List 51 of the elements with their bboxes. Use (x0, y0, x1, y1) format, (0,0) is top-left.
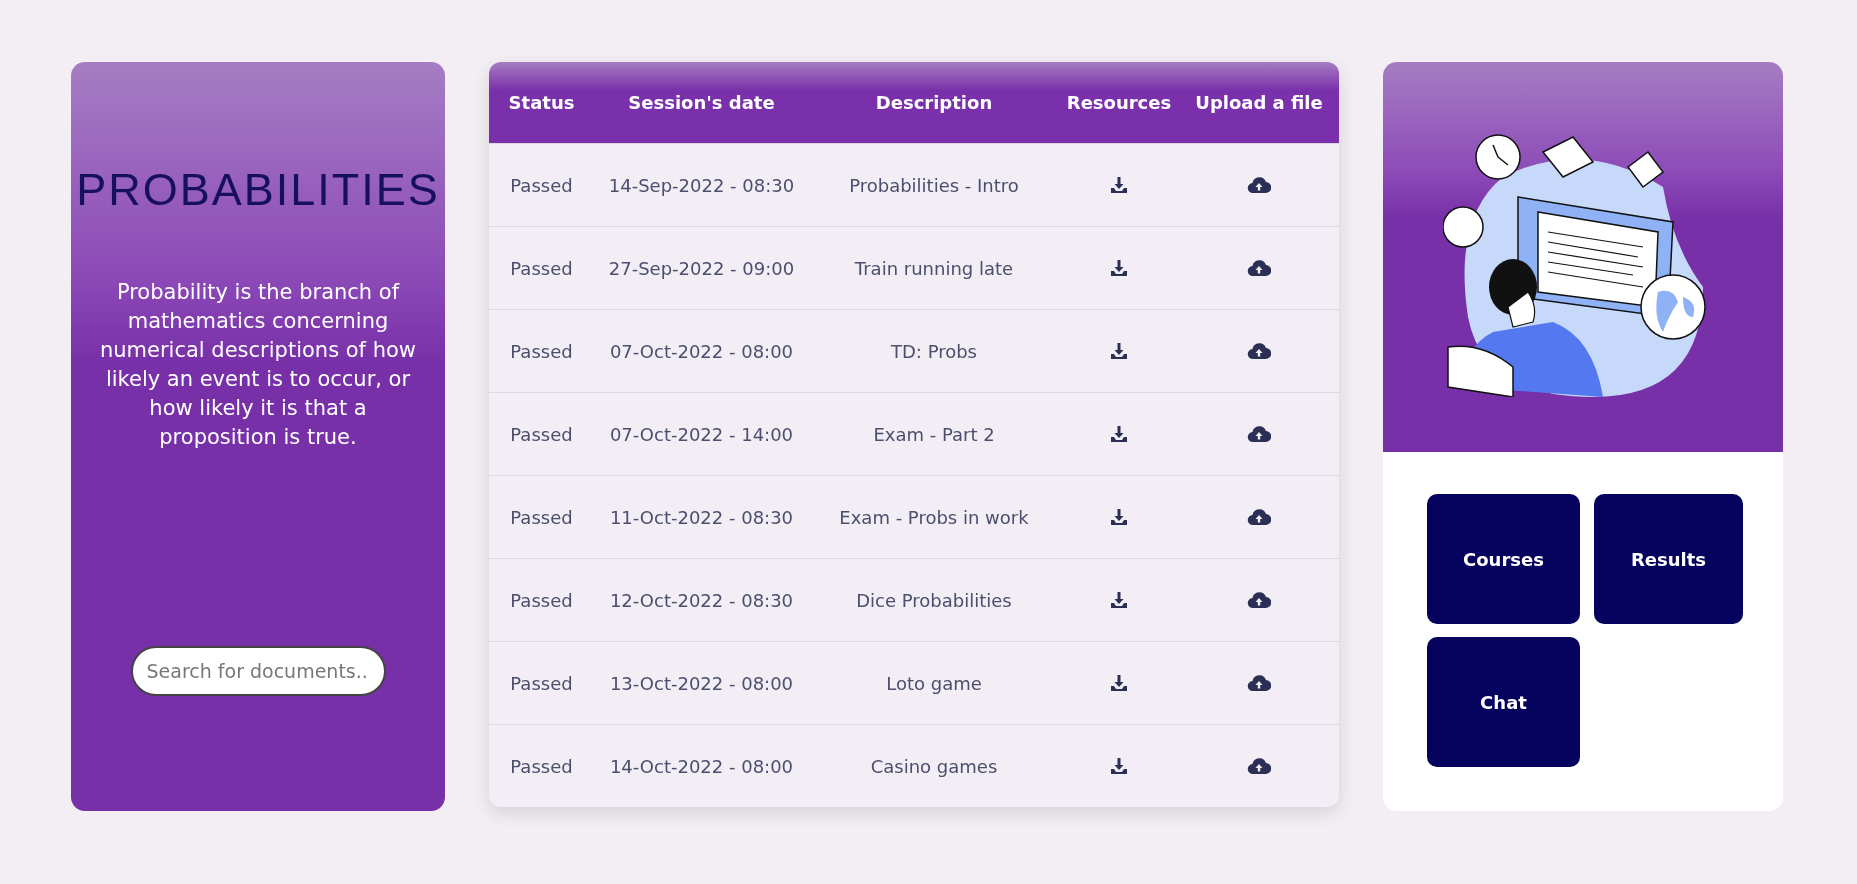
column-header: Resources (1066, 92, 1172, 113)
status-cell: Passed (510, 257, 573, 279)
date-cell: 27-Sep-2022 - 09:00 (608, 257, 795, 279)
description-cell: Loto game (886, 672, 982, 694)
download-icon[interactable] (1109, 175, 1129, 195)
column-header: Status (508, 92, 575, 113)
course-title: PROBABILITIES (76, 164, 440, 216)
status-cell: Passed (510, 174, 573, 196)
description-cell: Probabilities - Intro (849, 174, 1019, 196)
cloud-upload-icon[interactable] (1247, 674, 1271, 692)
column-header: Session's date (628, 92, 775, 113)
download-icon[interactable] (1109, 756, 1129, 776)
download-icon[interactable] (1109, 258, 1129, 278)
date-cell: 07-Oct-2022 - 08:00 (609, 340, 794, 362)
date-cell: 07-Oct-2022 - 14:00 (609, 423, 794, 445)
cloud-upload-icon[interactable] (1247, 757, 1271, 775)
cloud-upload-icon[interactable] (1247, 425, 1271, 443)
description-cell: Exam - Part 2 (873, 423, 995, 445)
column-header: Description (875, 92, 993, 113)
status-cell: Passed (510, 589, 573, 611)
date-cell: 14-Oct-2022 - 08:00 (609, 755, 794, 777)
status-cell: Passed (510, 506, 573, 528)
status-cell: Passed (510, 755, 573, 777)
cloud-upload-icon[interactable] (1247, 176, 1271, 194)
description-cell: Exam - Probs in work (839, 506, 1029, 528)
course-description: Probability is the branch of mathematics concerning numerical descriptions of how likely an event is to occur, or how likely it is that a proposition is true. (99, 279, 417, 451)
nav-button[interactable]: Courses (1427, 494, 1580, 624)
download-icon[interactable] (1109, 673, 1129, 693)
cloud-upload-icon[interactable] (1247, 591, 1271, 609)
description-cell: Casino games (870, 755, 998, 777)
status-cell: Passed (510, 340, 573, 362)
date-cell: 13-Oct-2022 - 08:00 (609, 672, 794, 694)
description-cell: Dice Probabilities (856, 589, 1012, 611)
download-icon[interactable] (1109, 341, 1129, 361)
date-cell: 12-Oct-2022 - 08:30 (609, 589, 794, 611)
download-icon[interactable] (1109, 424, 1129, 444)
download-icon[interactable] (1109, 590, 1129, 610)
status-cell: Passed (510, 423, 573, 445)
date-cell: 11-Oct-2022 - 08:30 (609, 506, 794, 528)
cloud-upload-icon[interactable] (1247, 342, 1271, 360)
description-cell: TD: Probs (891, 340, 977, 362)
cloud-upload-icon[interactable] (1247, 259, 1271, 277)
cloud-upload-icon[interactable] (1247, 508, 1271, 526)
status-cell: Passed (510, 672, 573, 694)
column-header: Upload a file (1195, 92, 1323, 113)
description-cell: Train running late (854, 257, 1014, 279)
search-field[interactable]: Search for documents.. (130, 646, 386, 696)
download-icon[interactable] (1109, 507, 1129, 527)
nav-button[interactable]: Results (1594, 494, 1743, 624)
date-cell: 14-Sep-2022 - 08:30 (608, 174, 795, 196)
nav-button[interactable]: Chat (1427, 637, 1580, 767)
